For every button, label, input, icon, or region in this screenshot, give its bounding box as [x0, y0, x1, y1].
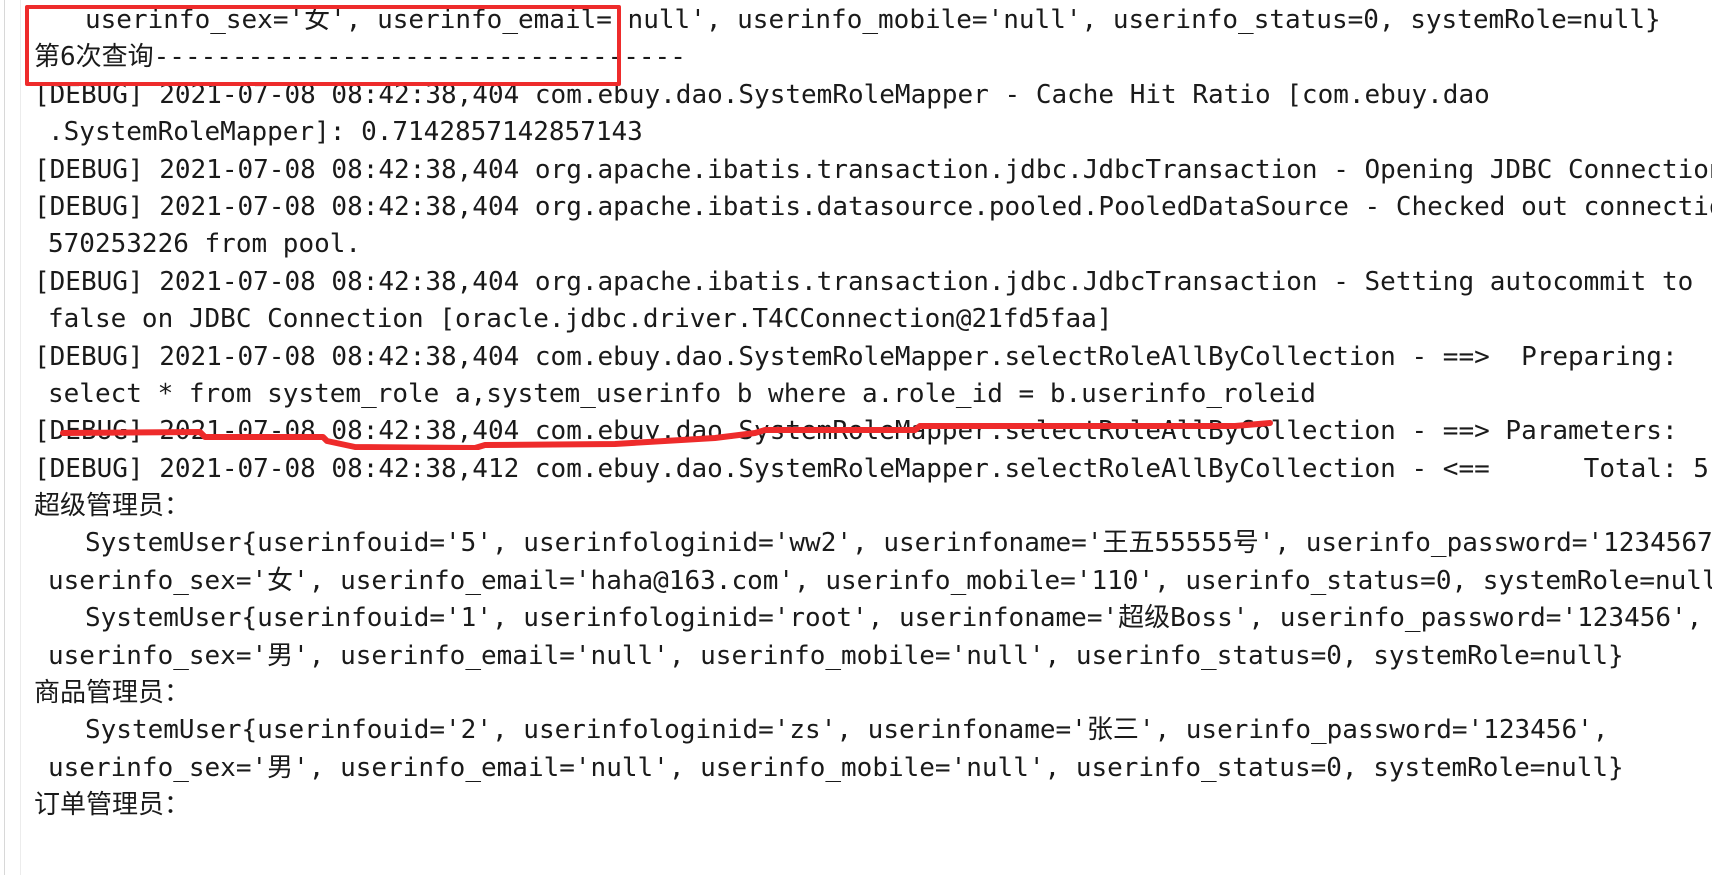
- log-line[interactable]: 商品管理员：: [0, 675, 1712, 712]
- log-line[interactable]: .SystemRoleMapper]: 0.7142857142857143: [0, 114, 1712, 151]
- console-output-panel[interactable]: userinfo_sex='女', userinfo_email='null',…: [0, 0, 1712, 875]
- log-line[interactable]: 订单管理员：: [0, 787, 1712, 824]
- log-line[interactable]: [DEBUG] 2021-07-08 08:42:38,404 com.ebuy…: [0, 339, 1712, 376]
- log-line-list[interactable]: userinfo_sex='女', userinfo_email='null',…: [0, 0, 1712, 825]
- log-line[interactable]: [DEBUG] 2021-07-08 08:42:38,404 org.apac…: [0, 189, 1712, 226]
- log-line[interactable]: userinfo_sex='女', userinfo_email='haha@1…: [0, 563, 1712, 600]
- log-line[interactable]: false on JDBC Connection [oracle.jdbc.dr…: [0, 301, 1712, 338]
- log-line[interactable]: [DEBUG] 2021-07-08 08:42:38,412 com.ebuy…: [0, 451, 1712, 488]
- log-line[interactable]: [DEBUG] 2021-07-08 08:42:38,404 org.apac…: [0, 264, 1712, 301]
- log-line[interactable]: select * from system_role a,system_useri…: [0, 376, 1712, 413]
- log-line[interactable]: [DEBUG] 2021-07-08 08:42:38,404 com.ebuy…: [0, 413, 1712, 450]
- log-line[interactable]: userinfo_sex='女', userinfo_email='null',…: [0, 2, 1712, 39]
- log-line[interactable]: 570253226 from pool.: [0, 226, 1712, 263]
- log-line[interactable]: [DEBUG] 2021-07-08 08:42:38,404 org.apac…: [0, 152, 1712, 189]
- log-line[interactable]: SystemUser{userinfouid='5', userinfologi…: [0, 525, 1712, 562]
- log-line[interactable]: 超级管理员：: [0, 488, 1712, 525]
- log-line[interactable]: userinfo_sex='男', userinfo_email='null',…: [0, 638, 1712, 675]
- log-line[interactable]: 第6次查询----------------------------------: [0, 39, 1712, 76]
- log-line[interactable]: SystemUser{userinfouid='1', userinfologi…: [0, 600, 1712, 637]
- log-line[interactable]: userinfo_sex='男', userinfo_email='null',…: [0, 750, 1712, 787]
- log-line[interactable]: [DEBUG] 2021-07-08 08:42:38,404 com.ebuy…: [0, 77, 1712, 114]
- log-line[interactable]: SystemUser{userinfouid='2', userinfologi…: [0, 712, 1712, 749]
